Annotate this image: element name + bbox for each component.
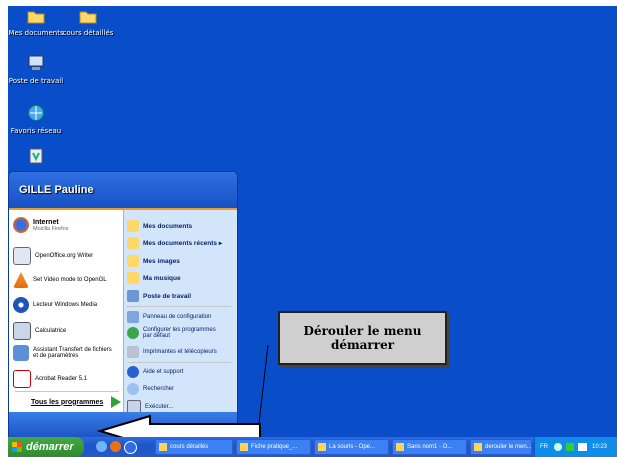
writer-icon: [240, 443, 248, 451]
ie-quicklaunch-icon[interactable]: [124, 441, 137, 454]
windows-logo-icon: [12, 442, 22, 452]
system-tray: FR 10:23: [534, 437, 617, 457]
task-sans-nom[interactable]: Sans nom1 - O...: [392, 439, 467, 455]
language-indicator[interactable]: FR: [540, 444, 548, 450]
network-tray-icon[interactable]: [554, 443, 562, 451]
task-la-souris[interactable]: La souris - Ope...: [314, 439, 389, 455]
writer-icon: [318, 443, 326, 451]
writer-icon: [396, 443, 404, 451]
firefox-quicklaunch-icon[interactable]: [110, 441, 121, 452]
taskbar: démarrer cours détaillés Fiche pratique_…: [8, 437, 617, 457]
vb-tray-icon[interactable]: [578, 443, 587, 451]
show-desktop-icon[interactable]: [96, 441, 107, 452]
clock: 10:23: [592, 444, 608, 450]
start-button[interactable]: démarrer: [8, 437, 84, 457]
task-fiche-pratique[interactable]: Fiche pratique_...: [236, 439, 311, 455]
annotation-arrow: [96, 344, 269, 448]
task-derouler-le-menu[interactable]: derouler le men...: [470, 439, 532, 455]
tray-app-icon[interactable]: [566, 443, 574, 451]
folder-icon: [159, 443, 167, 451]
task-cours-detailles[interactable]: cours détaillés: [155, 439, 233, 455]
document-icon: [474, 443, 482, 451]
